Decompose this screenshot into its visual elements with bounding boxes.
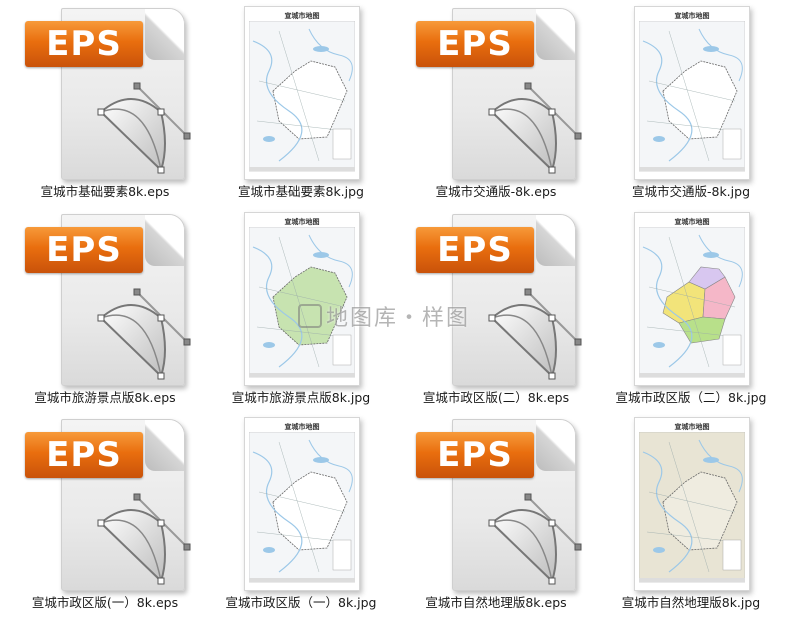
file-item-eps[interactable]: EPS 宣城市基础要素8k.eps bbox=[8, 2, 202, 202]
map-thumbnail: 宣城市地图 bbox=[244, 6, 360, 180]
map-drawing bbox=[639, 21, 745, 172]
map-thumbnail: 宣城市地图 bbox=[634, 417, 750, 591]
file-name-label: 宣城市交通版-8k.eps bbox=[435, 184, 557, 199]
file-name-label: 宣城市政区版（一）8k.jpg bbox=[225, 595, 377, 610]
watermark: 地图库・样图 bbox=[298, 300, 498, 334]
file-name-label: 宣城市政区版(一）8k.eps bbox=[31, 595, 179, 610]
file-thumbnail: 宣城市地图 bbox=[205, 209, 399, 389]
bezier-curve-icon bbox=[97, 493, 191, 584]
file-name-label: 宣城市政区版(二）8k.eps bbox=[422, 390, 570, 405]
map-drawing bbox=[249, 432, 355, 583]
page-fold bbox=[145, 8, 184, 60]
eps-badge: EPS bbox=[416, 226, 534, 273]
file-name-label: 宣城市自然地理版8k.jpg bbox=[621, 595, 761, 610]
eps-file-icon: EPS bbox=[412, 6, 582, 181]
eps-badge: EPS bbox=[416, 431, 534, 478]
eps-badge: EPS bbox=[25, 431, 143, 478]
page-fold bbox=[536, 8, 575, 60]
file-name-label: 宣城市基础要素8k.jpg bbox=[237, 184, 364, 199]
page-fold bbox=[145, 214, 184, 266]
map-thumbnail: 宣城市地图 bbox=[244, 212, 360, 386]
file-name-label: 宣城市政区版（二）8k.jpg bbox=[615, 390, 767, 405]
file-item-jpg[interactable]: 宣城市地图宣城市基础要素8k.jpg bbox=[204, 2, 398, 202]
map-thumbnail: 宣城市地图 bbox=[634, 212, 750, 386]
eps-file-icon: EPS bbox=[412, 212, 582, 387]
file-name-label: 宣城市旅游景点版8k.eps bbox=[34, 390, 176, 405]
file-thumbnail: 宣城市地图 bbox=[595, 414, 789, 594]
map-drawing bbox=[639, 432, 745, 583]
eps-file-icon: EPS bbox=[21, 6, 191, 181]
eps-badge: EPS bbox=[25, 226, 143, 273]
file-thumbnail: EPS bbox=[9, 209, 203, 389]
file-thumbnail: EPS bbox=[400, 3, 594, 183]
map-title: 宣城市地图 bbox=[284, 11, 320, 20]
page-fold bbox=[536, 214, 575, 266]
file-item-eps[interactable]: EPS 宣城市自然地理版8k.eps bbox=[399, 413, 593, 613]
bezier-curve-icon bbox=[488, 493, 582, 584]
map-title: 宣城市地图 bbox=[674, 217, 710, 226]
file-thumbnail: EPS bbox=[400, 414, 594, 594]
page-fold bbox=[536, 419, 575, 471]
map-title: 宣城市地图 bbox=[284, 422, 320, 431]
file-thumbnail: EPS bbox=[400, 209, 594, 389]
map-title: 宣城市地图 bbox=[674, 11, 710, 20]
eps-badge: EPS bbox=[25, 20, 143, 67]
bezier-curve-icon bbox=[97, 288, 191, 379]
file-thumbnail: 宣城市地图 bbox=[205, 414, 399, 594]
page-fold bbox=[145, 419, 184, 471]
file-item-jpg[interactable]: 宣城市地图宣城市政区版（一）8k.jpg bbox=[204, 413, 398, 613]
file-item-jpg[interactable]: 宣城市地图宣城市自然地理版8k.jpg bbox=[594, 413, 788, 613]
map-drawing bbox=[249, 21, 355, 172]
file-thumbnail: 宣城市地图 bbox=[595, 209, 789, 389]
file-item-jpg[interactable]: 宣城市地图宣城市交通版-8k.jpg bbox=[594, 2, 788, 202]
file-item-jpg[interactable]: 宣城市地图宣城市政区版（二）8k.jpg bbox=[594, 208, 788, 408]
map-logo-icon bbox=[298, 304, 322, 328]
map-thumbnail: 宣城市地图 bbox=[634, 6, 750, 180]
file-item-eps[interactable]: EPS 宣城市政区版(一）8k.eps bbox=[8, 413, 202, 613]
file-thumbnail: EPS bbox=[9, 3, 203, 183]
file-name-label: 宣城市自然地理版8k.eps bbox=[425, 595, 567, 610]
map-thumbnail: 宣城市地图 bbox=[244, 417, 360, 591]
file-name-label: 宣城市基础要素8k.eps bbox=[40, 184, 170, 199]
eps-file-icon: EPS bbox=[21, 212, 191, 387]
file-name-label: 宣城市旅游景点版8k.jpg bbox=[231, 390, 371, 405]
map-title: 宣城市地图 bbox=[674, 422, 710, 431]
watermark-text: 地图库・样图 bbox=[326, 306, 471, 331]
file-thumbnail: 宣城市地图 bbox=[595, 3, 789, 183]
map-drawing bbox=[639, 227, 745, 378]
map-title: 宣城市地图 bbox=[284, 217, 320, 226]
eps-file-icon: EPS bbox=[412, 417, 582, 592]
file-thumbnail: EPS bbox=[9, 414, 203, 594]
file-name-label: 宣城市交通版-8k.jpg bbox=[631, 184, 751, 199]
file-item-eps[interactable]: EPS 宣城市旅游景点版8k.eps bbox=[8, 208, 202, 408]
file-thumbnail: 宣城市地图 bbox=[205, 3, 399, 183]
bezier-curve-icon bbox=[97, 82, 191, 173]
eps-badge: EPS bbox=[416, 20, 534, 67]
eps-file-icon: EPS bbox=[21, 417, 191, 592]
file-item-eps[interactable]: EPS 宣城市交通版-8k.eps bbox=[399, 2, 593, 202]
bezier-curve-icon bbox=[488, 82, 582, 173]
